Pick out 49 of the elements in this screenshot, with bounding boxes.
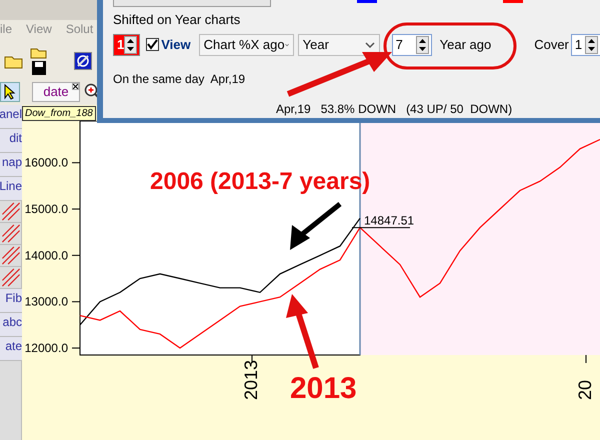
tool-button[interactable]: Fib	[0, 289, 22, 313]
dropdown[interactable]: Chart %X ago	[198, 34, 294, 56]
open-save-icon[interactable]	[30, 46, 48, 76]
chart-title: Dow_from_188	[22, 106, 96, 121]
y-tick-label: 12000.0	[24, 341, 68, 356]
spin-arrows-icon[interactable]	[124, 36, 138, 54]
x-axis-label: 2013	[241, 360, 261, 400]
result-counts: (43 UP/ 50 DOWN)	[406, 101, 512, 118]
y-tick-label: 16000.0	[24, 156, 68, 170]
drawing-tool-icon[interactable]	[0, 201, 22, 223]
result-percent: 53.8% DOWN	[320, 101, 396, 118]
close-icon[interactable]	[72, 83, 79, 90]
spin-value: 1	[574, 36, 584, 54]
tool-button[interactable]: dit	[0, 129, 22, 153]
x-axis-label: 20	[575, 380, 595, 400]
chevron-icon	[284, 42, 289, 48]
pointer-icon[interactable]	[0, 82, 20, 102]
spin-value: 7	[394, 36, 404, 54]
tool-button[interactable]: nap	[0, 153, 22, 177]
tool-button[interactable]: abc	[0, 313, 22, 337]
group-title: Shifted on Year charts	[113, 11, 242, 30]
spin-arrows-icon[interactable]	[584, 36, 598, 54]
years-label: Year ago	[440, 36, 492, 54]
tool-button[interactable]: Line	[0, 177, 22, 201]
spin-value: 1	[116, 36, 124, 54]
color-swatch[interactable]	[357, 0, 377, 3]
chevron-icon	[364, 42, 375, 48]
y-tick-label: 15000.0	[24, 202, 68, 216]
cover-label: Cover	[534, 36, 569, 54]
checkbox-label[interactable]: View	[161, 35, 191, 55]
dropdown[interactable]: Year	[298, 34, 380, 56]
spin-field[interactable]: 7	[392, 34, 432, 56]
tool-button[interactable]: anel	[0, 105, 22, 129]
y-tick-label: 13000.0	[24, 294, 68, 309]
spin-arrows-icon[interactable]	[416, 36, 429, 54]
checkmark-icon	[147, 39, 158, 50]
annotation-text: 2013	[290, 371, 357, 407]
view-checkbox[interactable]	[146, 38, 160, 52]
pointer-arrow	[290, 202, 342, 250]
spin-field[interactable]: 1	[113, 34, 140, 56]
drawing-tool-icon[interactable]	[0, 223, 22, 245]
same-day-text: On the same day Apr,19	[113, 71, 246, 88]
tool-button[interactable]: ate	[0, 337, 22, 361]
y-tick-label: 14000.0	[24, 248, 68, 262]
tab[interactable]: date	[32, 82, 80, 102]
spin-field[interactable]: 1	[570, 34, 600, 56]
drawing-tool-icon[interactable]	[0, 245, 22, 267]
result-date: Apr,19	[276, 101, 311, 118]
color-swatch[interactable]	[503, 0, 523, 3]
